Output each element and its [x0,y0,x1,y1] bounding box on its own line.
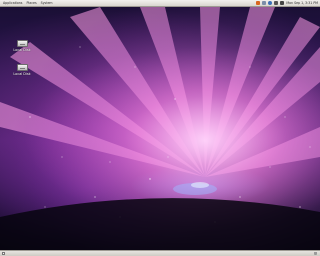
main-menu: Applications Places System [0,0,55,6]
drive-icon [16,40,28,47]
desktop-icon-label: Local Disk [13,72,31,76]
menu-system[interactable]: System [39,0,55,6]
top-panel: Applications Places System Mon Sep 1, 3:… [0,0,320,7]
clock[interactable]: Mon Sep 1, 3:31 PM [286,0,318,6]
system-tray: Mon Sep 1, 3:31 PM [256,0,320,6]
aurora-wallpaper-art [0,7,320,250]
desktop-icon-local-disk-1[interactable]: Local Disk [7,40,37,52]
desktop-icon-local-disk-2[interactable]: Local Disk [7,64,37,76]
show-desktop-icon[interactable] [2,252,5,255]
bottom-panel [0,250,320,256]
drive-icon [16,64,28,71]
network-icon[interactable] [274,1,279,5]
mail-icon[interactable] [262,1,267,5]
firefox-icon[interactable] [256,1,261,5]
menu-applications[interactable]: Applications [1,0,24,6]
menu-places[interactable]: Places [24,0,38,6]
trash-icon[interactable] [314,252,317,255]
desktop-wallpaper: Local Disk Local Disk [0,7,320,250]
help-icon[interactable] [268,1,273,5]
desktop-icon-label: Local Disk [13,48,31,52]
volume-icon[interactable] [280,1,285,5]
